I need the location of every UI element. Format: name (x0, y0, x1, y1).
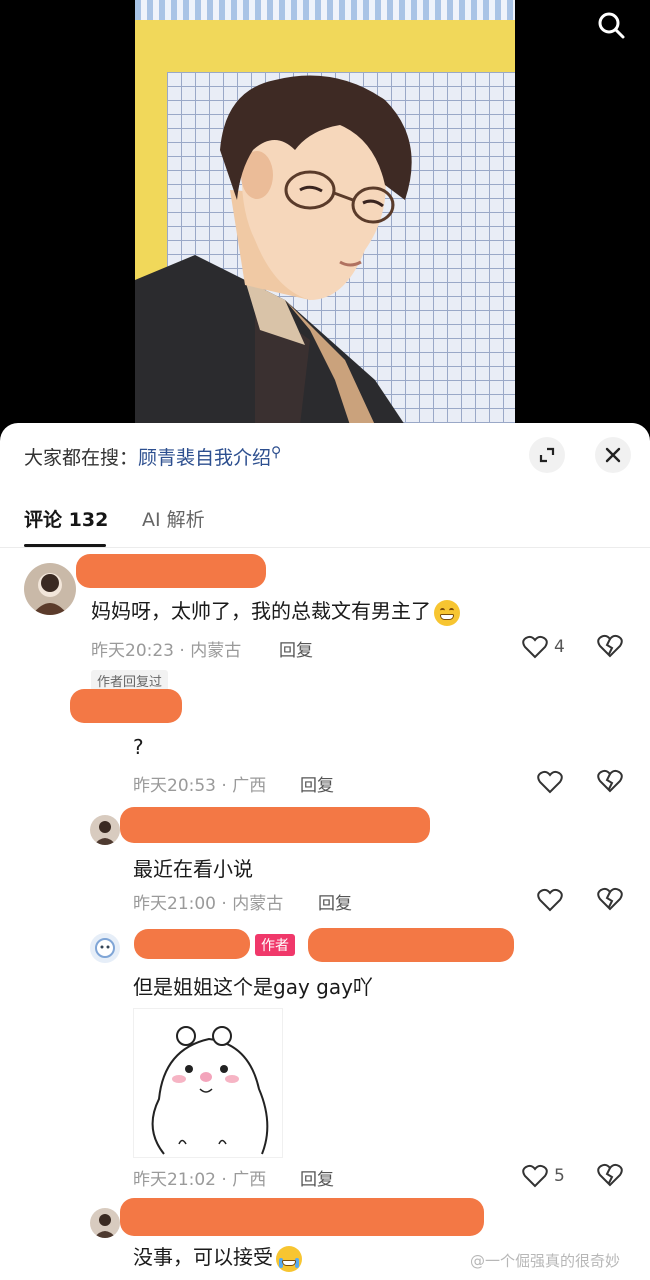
meta-separator: · (216, 776, 233, 796)
comment-text: 最近在看小说 (133, 857, 253, 881)
video-player[interactable] (0, 0, 650, 430)
heart-icon (522, 1164, 548, 1188)
reply-button[interactable]: 回复 (279, 636, 313, 661)
comment-meta: 昨天20:53 · 广西 (133, 771, 266, 796)
weibo-watermark: @一个倔强真的很奇妙 (470, 1252, 621, 1270)
comments-sheet: 大家都在搜：顾青裴自我介绍⚲ 评论 132 AI 解析 妈妈呀，太帅了，我的总裁… (0, 423, 650, 1280)
comment-time: 昨天20:53 (133, 776, 216, 796)
like-button[interactable]: 5 (522, 1163, 565, 1189)
expand-icon (539, 447, 555, 463)
dislike-button[interactable] (597, 634, 623, 660)
avatar[interactable] (90, 933, 120, 963)
comment-location: 广西 (232, 1170, 267, 1190)
reply-button[interactable]: 回复 (300, 771, 334, 796)
comment-meta: 昨天21:00 · 内蒙古 (133, 889, 283, 914)
comment-text: ? (133, 735, 144, 759)
comment-meta: 昨天21:02 · 广西 (133, 1165, 266, 1190)
expand-button[interactable] (529, 437, 565, 473)
tab-comments-label: 评论 (24, 509, 63, 531)
comment-location: 内蒙古 (190, 641, 242, 661)
author-replied-tag: 作者回复过 (91, 670, 169, 691)
comment-location: 广西 (232, 776, 267, 796)
cross-stitch-photo (135, 0, 515, 425)
comment-text-content: 没事，可以接受 (133, 1245, 273, 1269)
heart-icon (522, 635, 548, 659)
dislike-button[interactable] (597, 887, 623, 913)
like-button[interactable] (537, 769, 563, 795)
laughing-crying-face-icon (276, 1245, 302, 1272)
comment-meta: 昨天20:23 · 内蒙古 (91, 636, 241, 661)
heart-icon (537, 888, 563, 912)
avatar[interactable] (24, 563, 76, 615)
close-button[interactable] (595, 437, 631, 473)
tab-divider (0, 547, 650, 548)
redacted-reply-target (308, 928, 514, 962)
broken-heart-icon (597, 634, 623, 658)
avatar[interactable] (90, 815, 120, 845)
comment-location: 内蒙古 (232, 894, 284, 914)
redacted-username (76, 554, 266, 588)
comment-text: 妈妈呀，太帅了，我的总裁文有男主了 (91, 595, 460, 626)
like-count: 5 (554, 1166, 565, 1186)
hot-search-keyword[interactable]: 顾青裴自我介绍 (138, 447, 271, 469)
comment-time: 昨天21:00 (133, 894, 216, 914)
reply-button[interactable]: 回复 (318, 889, 352, 914)
search-mark-icon: ⚲ (271, 444, 282, 461)
like-button[interactable]: 4 (522, 634, 565, 660)
comment-text: 但是姐姐这个是gay gay吖 (133, 975, 373, 999)
comment-text-content: 妈妈呀，太帅了，我的总裁文有男主了 (91, 599, 431, 623)
avatar[interactable] (90, 1208, 120, 1238)
search-icon[interactable] (592, 6, 632, 46)
heart-icon (537, 770, 563, 794)
hot-search-bar: 大家都在搜：顾青裴自我介绍⚲ (24, 443, 281, 470)
comment-time: 昨天20:23 (91, 641, 174, 661)
comment-text: 没事，可以接受 (133, 1241, 302, 1272)
meta-separator: · (216, 894, 233, 914)
comment-time: 昨天21:02 (133, 1170, 216, 1190)
redacted-username (120, 1198, 484, 1236)
like-button[interactable] (537, 887, 563, 913)
dislike-button[interactable] (597, 769, 623, 795)
hot-search-prefix: 大家都在搜： (24, 447, 139, 469)
tab-comments-count: 132 (68, 509, 109, 531)
grinning-face-icon (434, 599, 460, 626)
redacted-username (120, 807, 430, 843)
reply-button[interactable]: 回复 (300, 1165, 334, 1190)
like-count: 4 (554, 637, 565, 657)
meta-separator: · (216, 1170, 233, 1190)
redacted-username (134, 929, 250, 959)
redacted-username (70, 689, 182, 723)
hamster-sticker-image (151, 1026, 269, 1155)
broken-heart-icon (597, 769, 623, 793)
broken-heart-icon (597, 1163, 623, 1187)
meta-separator: · (174, 641, 191, 661)
tab-ai-analysis[interactable]: AI 解析 (142, 505, 205, 532)
author-badge: 作者 (255, 934, 295, 956)
portrait-illustration (135, 75, 412, 425)
broken-heart-icon (597, 887, 623, 911)
close-icon (605, 447, 621, 463)
hamster-sticker[interactable] (133, 1008, 283, 1158)
dislike-button[interactable] (597, 1163, 623, 1189)
tab-comments[interactable]: 评论 132 (24, 505, 108, 532)
